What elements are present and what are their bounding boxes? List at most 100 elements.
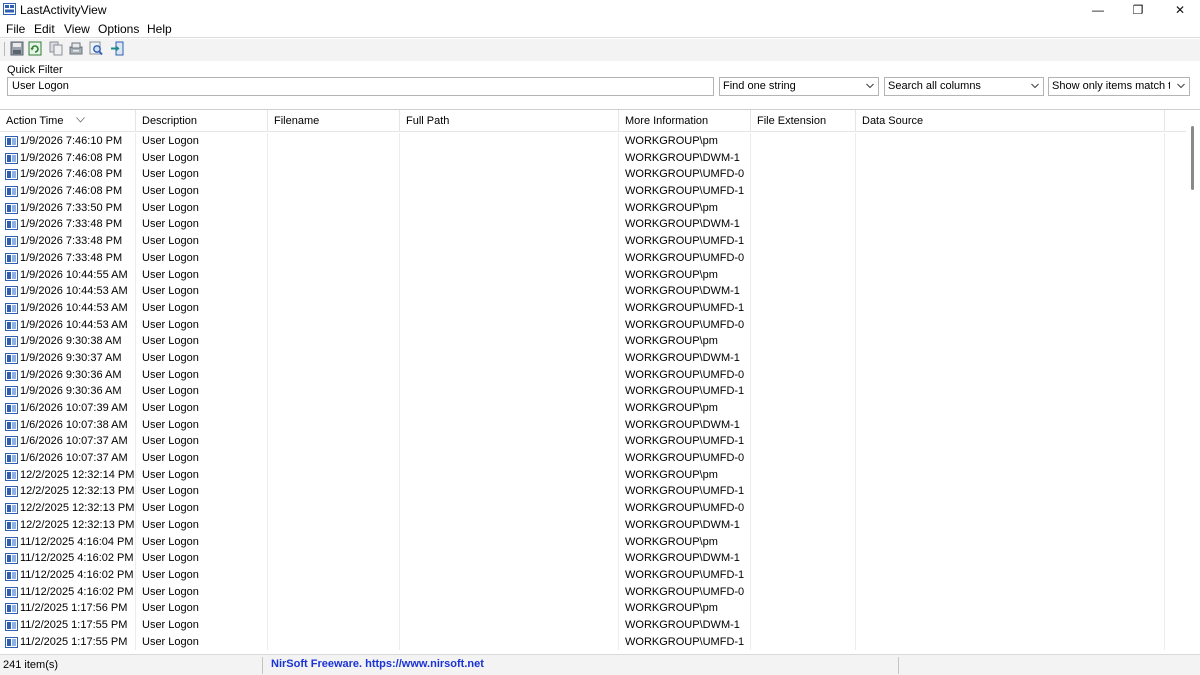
table-row[interactable]: 1/9/2026 7:33:48 PM User Logon WORKGROUP\U… xyxy=(0,233,1185,250)
table-row[interactable]: 1/9/2026 7:46:10 PM User Logon WORKGROUP\p… xyxy=(0,133,1185,150)
table-row[interactable]: 1/9/2026 7:33:48 PM User Logon WORKGROUP\D… xyxy=(0,216,1185,234)
table-row[interactable]: 11/12/2025 4:16:02 PM User Logon WORKGROUP… xyxy=(0,583,1185,601)
table-row[interactable]: 1/9/2026 9:30:36 AM User Logon WORKGROUP\U… xyxy=(0,383,1185,400)
logon-event-icon xyxy=(5,202,18,214)
cell-data-source xyxy=(856,216,1165,234)
cell-action-time: 11/2/2025 1:17:55 PM xyxy=(0,633,136,651)
status-divider xyxy=(898,657,899,674)
cell-filename xyxy=(268,299,400,317)
filter-scope-select[interactable]: Search all columns xyxy=(884,77,1044,96)
column-header-description[interactable]: Description xyxy=(136,110,268,132)
cell-full-path xyxy=(400,450,619,467)
cell-filename xyxy=(268,633,400,651)
table-row[interactable]: 1/9/2026 7:33:48 PM User Logon WORKGROUP\U… xyxy=(0,249,1185,267)
menu-bar: File Edit View Options Help xyxy=(0,20,1200,38)
table-row[interactable]: 11/12/2025 4:16:04 PM User Logon WORKGROUP… xyxy=(0,533,1185,551)
table-row[interactable]: 12/2/2025 12:32:13 PM User Logon WORKGROUP… xyxy=(0,500,1185,517)
save-icon[interactable] xyxy=(10,41,24,56)
column-header-file-extension[interactable]: File Extension xyxy=(751,110,856,132)
table-row[interactable]: 12/2/2025 12:32:13 PM User Logon WORKGROUP… xyxy=(0,483,1185,501)
cell-filename xyxy=(268,383,400,400)
column-header-action-time[interactable]: Action Time xyxy=(0,110,136,132)
table-row[interactable]: 1/9/2026 10:44:53 AM User Logon WORKGROUP\… xyxy=(0,316,1185,334)
cell-description: User Logon xyxy=(136,483,268,501)
cell-data-source xyxy=(856,500,1165,517)
table-row[interactable]: 1/9/2026 9:30:37 AM User Logon WORKGROUP\D… xyxy=(0,349,1185,367)
menu-help[interactable]: Help xyxy=(147,22,172,36)
cell-action-time: 1/9/2026 9:30:36 AM xyxy=(0,383,136,400)
close-button[interactable]: ✕ xyxy=(1160,0,1200,20)
quick-filter-input[interactable]: User Logon xyxy=(7,77,714,96)
cell-filename xyxy=(268,616,400,634)
table-row[interactable]: 1/9/2026 7:46:08 PM User Logon WORKGROUP\D… xyxy=(0,149,1185,167)
table-row[interactable]: 1/6/2026 10:07:37 AM User Logon WORKGROUP\… xyxy=(0,433,1185,451)
cell-file-extension xyxy=(751,483,856,501)
table-row[interactable]: 11/2/2025 1:17:55 PM User Logon WORKGROUP\… xyxy=(0,633,1185,651)
copy-icon[interactable] xyxy=(49,41,63,56)
cell-description: User Logon xyxy=(136,333,268,350)
cell-action-time: 1/9/2026 7:33:48 PM xyxy=(0,249,136,267)
table-row[interactable]: 1/9/2026 9:30:38 AM User Logon WORKGROUP\p… xyxy=(0,333,1185,350)
table-row[interactable]: 1/9/2026 7:33:50 PM User Logon WORKGROUP\p… xyxy=(0,199,1185,217)
table-row[interactable]: 1/6/2026 10:07:37 AM User Logon WORKGROUP\… xyxy=(0,450,1185,467)
table-row[interactable]: 1/6/2026 10:07:39 AM User Logon WORKGROUP\… xyxy=(0,400,1185,417)
table-row[interactable]: 1/9/2026 10:44:55 AM User Logon WORKGROUP\… xyxy=(0,266,1185,284)
toolbar xyxy=(0,39,1200,61)
menu-view[interactable]: View xyxy=(64,22,90,36)
table-row[interactable]: 1/9/2026 7:46:08 PM User Logon WORKGROUP\U… xyxy=(0,183,1185,200)
logon-event-icon xyxy=(5,603,18,615)
minimize-button[interactable]: — xyxy=(1078,0,1118,20)
maximize-button[interactable]: ❐ xyxy=(1118,0,1158,20)
column-header-data-source[interactable]: Data Source xyxy=(856,110,1165,132)
cell-text: User Logon xyxy=(142,602,199,615)
properties-icon[interactable] xyxy=(69,41,83,56)
filter-match-select[interactable]: Show only items match the filter xyxy=(1048,77,1190,96)
cell-filename xyxy=(268,400,400,417)
filter-scope-value: Search all columns xyxy=(888,80,981,92)
cell-text: User Logon xyxy=(142,468,199,481)
table-row[interactable]: 11/12/2025 4:16:02 PM User Logon WORKGROUP… xyxy=(0,550,1185,567)
vertical-scrollbar[interactable] xyxy=(1186,110,1200,653)
menu-file[interactable]: File xyxy=(6,22,25,36)
table-row[interactable]: 12/2/2025 12:32:13 PM User Logon WORKGROUP… xyxy=(0,516,1185,534)
nirsoft-link[interactable]: NirSoft Freeware. https://www.nirsoft.ne… xyxy=(271,658,484,670)
logon-event-icon xyxy=(5,369,18,381)
sort-descending-icon xyxy=(76,117,85,123)
table-row[interactable]: 1/9/2026 9:30:36 AM User Logon WORKGROUP\U… xyxy=(0,366,1185,384)
filter-mode-select[interactable]: Find one string xyxy=(719,77,879,96)
column-header-filename[interactable]: Filename xyxy=(268,110,400,132)
table-row[interactable]: 1/9/2026 7:46:08 PM User Logon WORKGROUP\U… xyxy=(0,166,1185,184)
cell-full-path xyxy=(400,583,619,601)
table-row[interactable]: 11/2/2025 1:17:56 PM User Logon WORKGROUP\… xyxy=(0,600,1185,617)
table-row[interactable]: 1/6/2026 10:07:38 AM User Logon WORKGROUP\… xyxy=(0,416,1185,434)
cell-more-information: WORKGROUP\pm xyxy=(619,600,751,617)
exit-icon[interactable] xyxy=(110,41,124,56)
column-header-label: More Information xyxy=(625,115,709,127)
table-row[interactable]: 11/2/2025 1:17:55 PM User Logon WORKGROUP\… xyxy=(0,616,1185,634)
table-row[interactable]: 1/9/2026 10:44:53 AM User Logon WORKGROUP\… xyxy=(0,283,1185,300)
filter-mode-value: Find one string xyxy=(723,80,796,92)
logon-event-icon xyxy=(5,136,18,147)
scrollbar-thumb[interactable] xyxy=(1191,126,1194,190)
menu-options[interactable]: Options xyxy=(98,22,139,36)
cell-filename xyxy=(268,583,400,601)
cell-action-time: 11/2/2025 1:17:55 PM xyxy=(0,616,136,634)
cell-full-path xyxy=(400,433,619,451)
column-header-label: Data Source xyxy=(862,115,924,127)
cell-text: 1/6/2026 10:07:38 AM xyxy=(20,418,128,431)
table-row[interactable]: 11/12/2025 4:16:02 PM User Logon WORKGROUP… xyxy=(0,566,1185,584)
refresh-icon[interactable] xyxy=(28,41,42,56)
column-header-full-path[interactable]: Full Path xyxy=(400,110,619,132)
cell-text: 11/12/2025 4:16:04 PM xyxy=(20,535,134,548)
cell-text: 1/6/2026 10:07:39 AM xyxy=(20,402,128,414)
find-icon[interactable] xyxy=(89,41,103,56)
cell-file-extension xyxy=(751,500,856,517)
cell-file-extension xyxy=(751,166,856,184)
cell-full-path xyxy=(400,316,619,334)
menu-edit[interactable]: Edit xyxy=(34,22,55,36)
column-header-more-information[interactable]: More Information xyxy=(619,110,751,132)
table-row[interactable]: 12/2/2025 12:32:14 PM User Logon WORKGROUP… xyxy=(0,466,1185,484)
cell-file-extension xyxy=(751,533,856,551)
table-row[interactable]: 1/9/2026 10:44:53 AM User Logon WORKGROUP\… xyxy=(0,299,1185,317)
activity-list[interactable]: Action Time Description Filename Full Pa… xyxy=(0,109,1200,653)
